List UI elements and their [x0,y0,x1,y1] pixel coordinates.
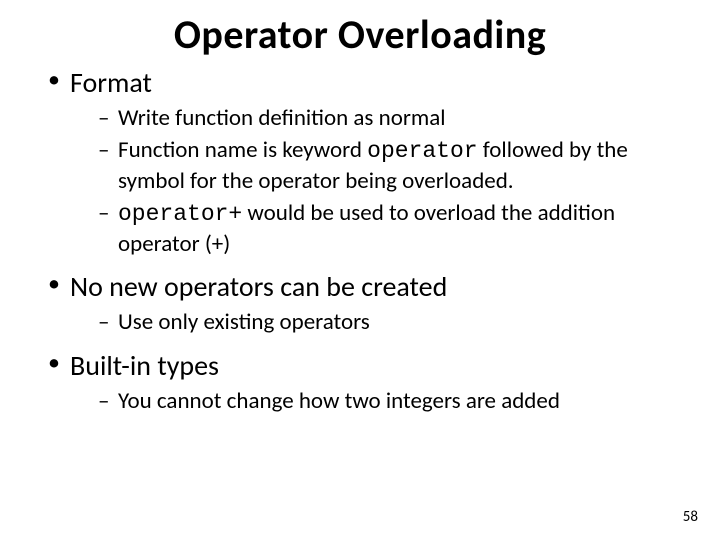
bullet-item: Format Write function definition as norm… [48,65,690,259]
bullet-list: Format Write function definition as norm… [30,65,690,417]
bullet-text: No new operators can be created [70,269,447,304]
sub-item: You cannot change how two integers are a… [98,387,690,417]
slide: Operator Overloading Format Write functi… [0,0,720,540]
bullet-text: Built-in types [70,348,219,383]
sub-list: Write function definition as normal Func… [70,104,690,259]
bullet-text: Format [70,65,152,100]
sub-text: Write function definition as normal [118,104,446,132]
bullet-item: No new operators can be created Use only… [48,269,690,338]
sub-list: You cannot change how two integers are a… [70,387,690,417]
sub-item: operator+ would be used to overload the … [98,199,690,260]
code-text: operator [367,138,477,164]
sub-text: Use only existing operators [118,308,370,336]
code-text: operator+ [118,201,242,227]
sub-item: Function name is keyword operator follow… [98,136,690,197]
sub-item: Use only existing operators [98,308,690,338]
sub-text-pre: Function name is keyword [118,136,367,164]
slide-title: Operator Overloading [30,10,690,59]
page-number: 58 [683,508,698,526]
bullet-item: Built-in types You cannot change how two… [48,348,690,417]
sub-item: Write function definition as normal [98,104,690,134]
sub-text: You cannot change how two integers are a… [118,387,560,415]
sub-list: Use only existing operators [70,308,690,338]
